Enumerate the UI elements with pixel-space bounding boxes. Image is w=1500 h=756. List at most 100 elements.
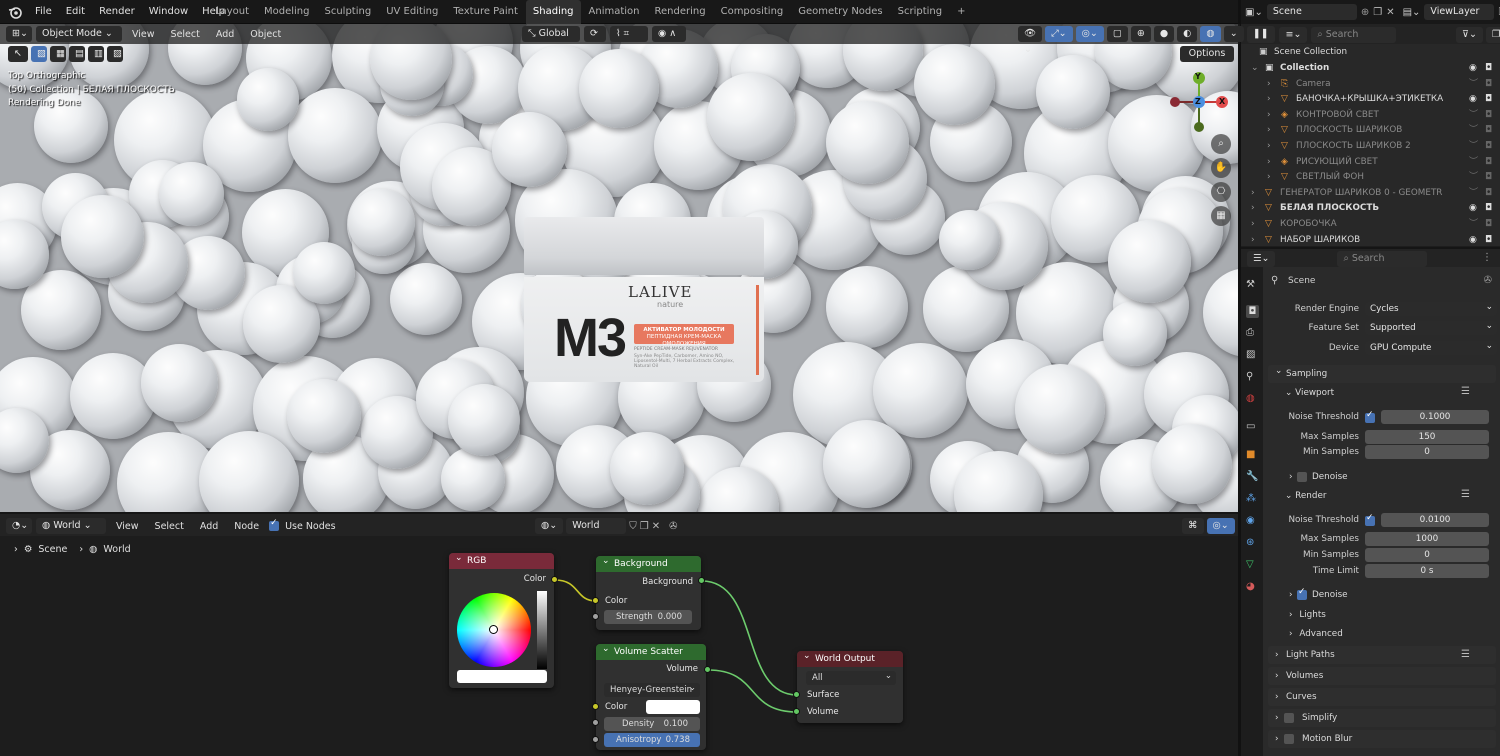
tab-sculpting[interactable]: Sculpting	[318, 0, 379, 24]
outliner-row[interactable]: › ⎘ Camera ︶ ◘	[1241, 77, 1500, 93]
r-denoise-subpanel[interactable]: ›	[1289, 590, 1293, 600]
world-output-title[interactable]: World Output	[797, 648, 903, 667]
blender-logo-icon[interactable]	[8, 5, 22, 19]
add-workspace-button[interactable]: +	[950, 0, 972, 24]
tab-modeling[interactable]: Modeling	[257, 0, 317, 24]
gizmo-toggle-button[interactable]: ⤢⌄	[1045, 26, 1073, 42]
simplify-checkbox[interactable]	[1284, 713, 1294, 723]
transform-orientation-dropdown[interactable]: ⤡ Global	[522, 26, 580, 42]
select-extend-icon[interactable]: ▦	[50, 46, 66, 62]
viewport-menu-select[interactable]: Select	[165, 29, 206, 40]
list-icon[interactable]: ☰	[1461, 649, 1470, 660]
shader-type-dropdown[interactable]: ◍ World ⌄	[36, 518, 106, 534]
pin-icon[interactable]: ⊕	[1361, 7, 1369, 18]
outliner-row[interactable]: ⌄ ▣ Collection ◉ ◘	[1241, 61, 1500, 77]
visibility-eye-icon[interactable]: ︶	[1469, 155, 1478, 171]
proportional-edit-button[interactable]: ◉ ∧	[652, 26, 686, 42]
pin-node-tree-icon[interactable]: ✇	[669, 521, 677, 532]
motion-blur-panel-header[interactable]: Motion Blur	[1268, 730, 1496, 748]
background-node-title[interactable]: Background	[596, 553, 701, 572]
use-nodes-checkbox[interactable]	[269, 518, 280, 531]
area-divider[interactable]	[1238, 0, 1241, 756]
render-camera-icon[interactable]: ◘	[1485, 123, 1492, 139]
device-dropdown[interactable]: GPU Compute ⌄	[1365, 341, 1497, 355]
chevron-right-icon[interactable]: ›	[1267, 123, 1271, 139]
vp-denoise-subpanel[interactable]: ›	[1289, 472, 1293, 482]
outliner-row[interactable]: › ◈ РИСУЮЩИЙ СВЕТ ︶ ◘	[1241, 155, 1500, 171]
anisotropy-socket[interactable]	[592, 736, 599, 743]
tab-scripting[interactable]: Scripting	[891, 0, 949, 24]
outliner-row[interactable]: › ▽ БАНОЧКА+КРЫШКА+ЭТИКЕТКА ◉ ◘	[1241, 92, 1500, 108]
tab-texture-paint[interactable]: Texture Paint	[446, 0, 525, 24]
xray-button[interactable]: ▢	[1106, 26, 1128, 42]
tab-layout[interactable]: Layout	[208, 0, 256, 24]
volume-scatter-node[interactable]: Volume Scatter Volume Henyey-Greenstein …	[596, 641, 706, 750]
r-denoise-checkbox[interactable]	[1297, 587, 1307, 600]
shading-material-button[interactable]: ◐	[1177, 26, 1198, 42]
node-menu-view[interactable]: View	[110, 521, 145, 532]
rgb-node[interactable]: RGB Color	[449, 550, 554, 688]
ortho-grid-icon[interactable]: ▦	[1211, 206, 1231, 226]
visibility-eye-icon[interactable]: ︶	[1469, 77, 1478, 93]
r-max-samples-field[interactable]: 1000	[1365, 532, 1489, 546]
properties-menu-icon[interactable]: ⋮	[1482, 252, 1492, 263]
background-out-socket[interactable]	[698, 577, 705, 584]
viewport-subpanel-header[interactable]: ⌄ Viewport	[1285, 388, 1334, 398]
snap-button[interactable]: ⌇ ⌗	[610, 26, 648, 42]
world-browse-button[interactable]: ◍⌄	[535, 518, 564, 534]
tool-tab-icon[interactable]: ⚒	[1246, 279, 1259, 292]
visibility-eye-icon[interactable]: ︶	[1469, 123, 1478, 139]
vp-max-samples-field[interactable]: 150	[1365, 430, 1489, 444]
duplicate-world-icon[interactable]: ❐	[640, 521, 649, 532]
r-noise-threshold-checkbox[interactable]	[1365, 513, 1375, 526]
outliner-row[interactable]: › ▽ КОРОБОЧКА ︶ ◘	[1241, 217, 1500, 233]
node-overlay-button[interactable]: ◎⌄	[1206, 518, 1235, 534]
render-camera-icon[interactable]: ◘	[1485, 77, 1492, 93]
unlink-world-icon[interactable]: ✕	[652, 521, 660, 532]
color-wheel-cursor[interactable]	[489, 625, 498, 634]
visibility-eye-icon[interactable]: ︶	[1469, 139, 1478, 155]
node-editor-type-button[interactable]: ◔⌄	[6, 518, 32, 534]
options-button[interactable]: Options ⌄	[1180, 46, 1234, 75]
visibility-eye-icon[interactable]: ︶	[1469, 186, 1478, 202]
render-engine-dropdown[interactable]: Cycles ⌄	[1365, 302, 1497, 316]
r-noise-threshold-field[interactable]: 0.0100	[1381, 513, 1489, 527]
node-menu-select[interactable]: Select	[149, 521, 190, 532]
pause-render-button[interactable]: ❚❚	[1246, 26, 1275, 42]
chevron-right-icon[interactable]: ›	[1267, 155, 1271, 171]
pivot-button[interactable]: ⟳	[584, 26, 606, 42]
outliner-search-field[interactable]: ⌕ Search	[1311, 27, 1397, 43]
r-min-samples-field[interactable]: 0	[1365, 548, 1489, 562]
phase-dropdown[interactable]: Henyey-Greenstein ⌄	[604, 683, 700, 697]
shading-solid-button[interactable]: ●	[1153, 26, 1175, 42]
render-camera-icon[interactable]: ◘	[1485, 139, 1492, 155]
render-viewport[interactable]: LALIVE nature M3 АКТИВАТОР МОЛОДОСТИ ПЕП…	[0, 24, 1240, 512]
lights-subpanel[interactable]: › Lights	[1289, 610, 1326, 620]
simplify-panel-header[interactable]: Simplify	[1268, 709, 1496, 727]
tab-shading[interactable]: Shading	[525, 0, 581, 24]
properties-type-button[interactable]: ☰⌄	[1247, 251, 1276, 267]
camera-view-icon[interactable]: ⎔	[1211, 182, 1231, 202]
select-tool-icon[interactable]: ↖	[8, 46, 28, 62]
pin-icon[interactable]: ✇	[1484, 275, 1492, 286]
overlay-toggle-button[interactable]: ◎⌄	[1075, 26, 1104, 42]
viewlayer-field[interactable]: ViewLayer	[1424, 4, 1495, 20]
visibility-eye-icon[interactable]: ◉	[1469, 61, 1477, 77]
shading-options-button[interactable]: ⌄	[1223, 26, 1244, 42]
vp-min-samples-field[interactable]: 0	[1365, 445, 1489, 459]
output-tab-icon[interactable]: ⎙	[1246, 327, 1259, 340]
outliner-row[interactable]: › ◈ КОНТРОВОЙ СВЕТ ︶ ◘	[1241, 108, 1500, 124]
sampling-panel-header[interactable]: Sampling	[1268, 362, 1496, 383]
object-mode-dropdown[interactable]: Object Mode ⌄	[36, 26, 122, 42]
density-field[interactable]: Density 0.100	[604, 717, 700, 731]
viewlayer-icon[interactable]: ▤⌄	[1403, 7, 1421, 18]
menu-edit[interactable]: Edit	[59, 0, 92, 24]
vp-noise-threshold-checkbox[interactable]	[1365, 410, 1375, 423]
background-color-socket[interactable]	[592, 597, 599, 604]
select-invert-icon[interactable]: ▥	[88, 46, 104, 62]
render-camera-icon[interactable]: ◘	[1485, 108, 1492, 124]
snap-node-button[interactable]: ⌘	[1182, 518, 1204, 534]
navigation-gizmo[interactable]: Y X Z	[1164, 66, 1234, 136]
shading-rendered-button[interactable]: ◍	[1200, 26, 1221, 42]
visibility-eye-icon[interactable]: ◉	[1469, 233, 1477, 246]
